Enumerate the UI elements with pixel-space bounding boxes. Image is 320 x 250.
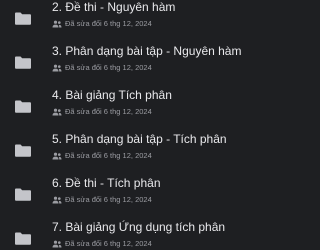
shared-people-icon — [52, 64, 62, 72]
folder-meta: Đã sửa đổi 6 thg 12, 2024 — [52, 63, 246, 73]
folder-meta: Đã sửa đổi 6 thg 12, 2024 — [52, 151, 246, 161]
folder-row[interactable]: 5. Phân dạng bài tập - Tích phân Đã sửa … — [0, 124, 250, 168]
modified-date: Đã sửa đổi 6 thg 12, 2024 — [65, 19, 152, 28]
modified-date: Đã sửa đổi 6 thg 12, 2024 — [65, 195, 152, 204]
shared-people-icon — [52, 20, 62, 28]
folder-row[interactable]: 3. Phân dạng bài tập - Nguyên hàm Đã sửa… — [0, 36, 250, 80]
folder-row[interactable]: 2. Đề thi - Nguyên hàm Đã sửa đổi 6 thg … — [0, 0, 250, 36]
folder-text: 6. Đề thi - Tích phân Đã sửa đổi 6 thg 1… — [52, 176, 246, 205]
folder-meta: Đã sửa đổi 6 thg 12, 2024 — [52, 195, 246, 205]
folder-icon — [14, 12, 32, 25]
folder-text: 3. Phân dạng bài tập - Nguyên hàm Đã sửa… — [52, 44, 246, 73]
folder-list: 2. Đề thi - Nguyên hàm Đã sửa đổi 6 thg … — [0, 0, 250, 248]
folder-meta: Đã sửa đổi 6 thg 12, 2024 — [52, 107, 246, 117]
folder-icon — [14, 100, 32, 113]
folder-text: 2. Đề thi - Nguyên hàm Đã sửa đổi 6 thg … — [52, 0, 246, 29]
folder-row[interactable]: 6. Đề thi - Tích phân Đã sửa đổi 6 thg 1… — [0, 168, 250, 212]
folder-row[interactable]: 7. Bài giảng Ứng dụng tích phân Đã sửa đ… — [0, 212, 250, 250]
folder-title: 2. Đề thi - Nguyên hàm — [52, 0, 176, 14]
folder-icon — [14, 188, 32, 201]
folder-meta: Đã sửa đổi 6 thg 12, 2024 — [52, 19, 246, 29]
folder-title: 5. Phân dạng bài tập - Tích phân — [52, 132, 227, 146]
modified-date: Đã sửa đổi 6 thg 12, 2024 — [65, 63, 152, 72]
folder-text: 4. Bài giảng Tích phân Đã sửa đổi 6 thg … — [52, 88, 246, 117]
shared-people-icon — [52, 108, 62, 116]
folder-icon — [14, 56, 32, 69]
folder-meta: Đã sửa đổi 6 thg 12, 2024 — [52, 239, 246, 249]
folder-text: 5. Phân dạng bài tập - Tích phân Đã sửa … — [52, 132, 246, 161]
shared-people-icon — [52, 152, 62, 160]
modified-date: Đã sửa đổi 6 thg 12, 2024 — [65, 107, 152, 116]
shared-people-icon — [52, 196, 62, 204]
modified-date: Đã sửa đổi 6 thg 12, 2024 — [65, 151, 152, 160]
folder-title: 7. Bài giảng Ứng dụng tích phân — [52, 220, 226, 234]
folder-row[interactable]: 4. Bài giảng Tích phân Đã sửa đổi 6 thg … — [0, 80, 250, 124]
shared-people-icon — [52, 240, 62, 248]
folder-icon — [14, 144, 32, 157]
folder-icon — [14, 232, 32, 245]
modified-date: Đã sửa đổi 6 thg 12, 2024 — [65, 239, 152, 248]
folder-title: 6. Đề thi - Tích phân — [52, 176, 161, 190]
folder-title: 3. Phân dạng bài tập - Nguyên hàm — [52, 44, 242, 58]
folder-text: 7. Bài giảng Ứng dụng tích phân Đã sửa đ… — [52, 220, 246, 249]
folder-title: 4. Bài giảng Tích phân — [52, 88, 172, 102]
